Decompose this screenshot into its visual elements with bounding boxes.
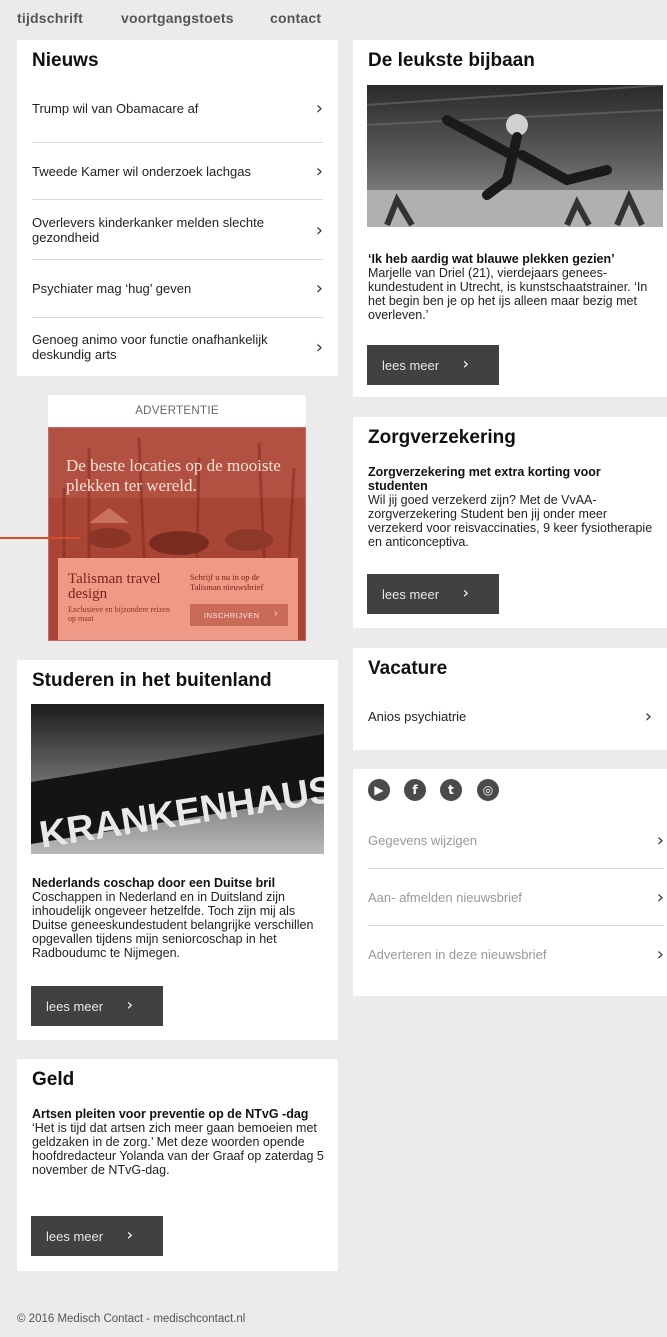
krankenhaus-photo: KRANKENHAUS <box>31 704 324 854</box>
bijbaan-card: De leukste bijbaan ‘Ik heb aardig wat bl… <box>353 40 667 397</box>
buitenland-title: Studeren in het buitenland <box>32 670 272 691</box>
chevron-right-icon: › <box>644 705 652 727</box>
buitenland-body: Coschappen in Nederland en in Duitsland … <box>32 890 314 960</box>
ad-brand-logo: Talisman travel design <box>68 571 161 602</box>
ad-footer-panel: Talisman travel design Exclusieve en bij… <box>58 558 298 640</box>
divider <box>32 142 323 143</box>
read-more-label: lees meer <box>382 357 440 373</box>
read-more-label: lees meer <box>46 1228 104 1244</box>
geld-heading[interactable]: Artsen pleiten voor preventie op de NTvG… <box>32 1107 326 1121</box>
read-more-button[interactable]: lees meer › <box>31 1216 163 1256</box>
ad-pointer-line <box>0 537 80 539</box>
geld-body: ‘Het is tijd dat artsen zich meer gaan b… <box>32 1121 324 1177</box>
chevron-right-icon: › <box>462 354 469 373</box>
news-item-label: Tweede Kamer wil onderzoek lachgas <box>32 163 251 179</box>
facebook-icon[interactable]: f <box>404 779 426 801</box>
news-item[interactable]: Trump wil van Obamacare af › <box>32 97 323 119</box>
nav-link-voortgangstoets[interactable]: voortgangstoets <box>121 10 234 26</box>
twitter-icon[interactable]: t <box>440 779 462 801</box>
news-item-label: Psychiater mag ‘hug’ geven <box>32 280 192 296</box>
vacature-item-label: Anios psychiatrie <box>368 708 467 724</box>
chevron-right-icon: › <box>656 943 664 965</box>
service-item-nieuwsbrief[interactable]: Aan- afmelden nieuwsbrief › <box>368 886 664 908</box>
buitenland-article: Nederlands coschap door een Duitse bril … <box>32 876 326 960</box>
chevron-right-icon: › <box>274 608 278 619</box>
service-item-adverteren[interactable]: Adverteren in deze nieuwsbrief › <box>368 943 664 965</box>
news-card: Nieuws Trump wil van Obamacare af › Twee… <box>17 40 338 376</box>
chevron-right-icon: › <box>656 886 664 908</box>
zorgverzekering-article: Zorgverzekering met extra korting voor s… <box>368 465 655 549</box>
news-item-label: Trump wil van Obamacare af <box>32 100 199 116</box>
service-item-label: Aan- afmelden nieuwsbrief <box>368 889 522 905</box>
chevron-right-icon: › <box>315 97 323 119</box>
bijbaan-article: ‘Ik heb aardig wat blauwe plekken gezien… <box>368 252 655 322</box>
vacature-item[interactable]: Anios psychiatrie › <box>368 705 652 727</box>
buitenland-heading[interactable]: Nederlands coschap door een Duitse bril <box>32 876 326 890</box>
chevron-right-icon: › <box>126 995 133 1014</box>
read-more-label: lees meer <box>382 586 440 602</box>
chevron-right-icon: › <box>462 583 469 602</box>
service-item-label: Adverteren in deze nieuwsbrief <box>368 946 547 962</box>
chevron-right-icon: › <box>315 336 323 358</box>
geld-article: Artsen pleiten voor preventie op de NTvG… <box>32 1107 326 1177</box>
ad-label: ADVERTENTIE <box>48 395 306 427</box>
ad-cta-text: Schrijf u nu in op de Talisman nieuwsbri… <box>190 572 264 592</box>
vacature-title: Vacature <box>368 658 448 679</box>
news-item[interactable]: Psychiater mag ‘hug’ geven › <box>32 277 323 299</box>
chevron-right-icon: › <box>656 829 664 851</box>
divider <box>32 259 323 260</box>
read-more-button[interactable]: lees meer › <box>367 574 499 614</box>
buitenland-card: Studeren in het buitenland KRANKENHAUS N… <box>17 660 338 1040</box>
geld-card: Geld Artsen pleiten voor preventie op de… <box>17 1059 338 1271</box>
zorgverzekering-body: Wil jij goed verzekerd zijn? Met de VvAA… <box>368 493 653 549</box>
ad-headline: De beste locaties op de mooiste plekken … <box>66 456 281 495</box>
nav-link-contact[interactable]: contact <box>270 10 321 26</box>
divider <box>32 199 323 200</box>
divider <box>368 925 664 926</box>
service-item-label: Gegevens wijzigen <box>368 832 478 848</box>
zorgverzekering-card: Zorgverzekering Zorgverzekering met extr… <box>353 417 667 628</box>
news-item[interactable]: Overlevers kinderkanker melden slechte g… <box>32 214 323 246</box>
news-item-label: Genoeg animo voor functie onafhankelijk … <box>32 332 268 362</box>
news-title: Nieuws <box>32 50 99 71</box>
zorgverzekering-title: Zorgverzekering <box>368 427 516 448</box>
news-item[interactable]: Genoeg animo voor functie onafhankelijk … <box>32 331 323 363</box>
news-item-label: Overlevers kinderkanker melden slechte g… <box>32 215 264 245</box>
divider <box>368 868 664 869</box>
advertisement-banner[interactable]: De beste locaties op de mooiste plekken … <box>48 427 306 641</box>
ad-subscribe-label: INSCHRIJVEN <box>204 610 260 620</box>
skater-image <box>367 85 663 227</box>
bijbaan-title: De leukste bijbaan <box>368 50 535 71</box>
chevron-right-icon: › <box>126 1225 133 1244</box>
instagram-icon[interactable]: ◎ <box>477 779 499 801</box>
nav-link-tijdschrift[interactable]: tijdschrift <box>17 10 83 26</box>
divider <box>32 317 323 318</box>
geld-title: Geld <box>32 1069 75 1090</box>
read-more-button[interactable]: lees meer › <box>31 986 163 1026</box>
ad-subline: Exclusieve en bijzondere reizen op maat <box>68 605 170 623</box>
ad-subscribe-button[interactable]: INSCHRIJVEN › <box>190 604 288 626</box>
service-item-gegevens[interactable]: Gegevens wijzigen › <box>368 829 664 851</box>
read-more-button[interactable]: lees meer › <box>367 345 499 385</box>
chevron-right-icon: › <box>315 219 323 241</box>
ice-skater-photo <box>367 85 663 227</box>
bijbaan-heading[interactable]: ‘Ik heb aardig wat blauwe plekken gezien… <box>368 252 655 266</box>
bijbaan-body: Marjelle van Driel (21), vierdejaars gen… <box>368 266 648 322</box>
zorgverzekering-heading[interactable]: Zorgverzekering met extra korting voor s… <box>368 465 655 493</box>
top-navigation: tijdschrift voortgangstoets contact <box>0 0 667 36</box>
footer-copyright: © 2016 Medisch Contact - medischcontact.… <box>17 1313 246 1325</box>
read-more-label: lees meer <box>46 998 104 1014</box>
krankenhaus-image: KRANKENHAUS <box>31 704 324 854</box>
chevron-right-icon: › <box>315 277 323 299</box>
vacature-card: Vacature Anios psychiatrie › <box>353 648 667 750</box>
news-item[interactable]: Tweede Kamer wil onderzoek lachgas › <box>32 160 323 182</box>
youtube-icon[interactable]: ▶ <box>368 779 390 801</box>
chevron-right-icon: › <box>315 160 323 182</box>
